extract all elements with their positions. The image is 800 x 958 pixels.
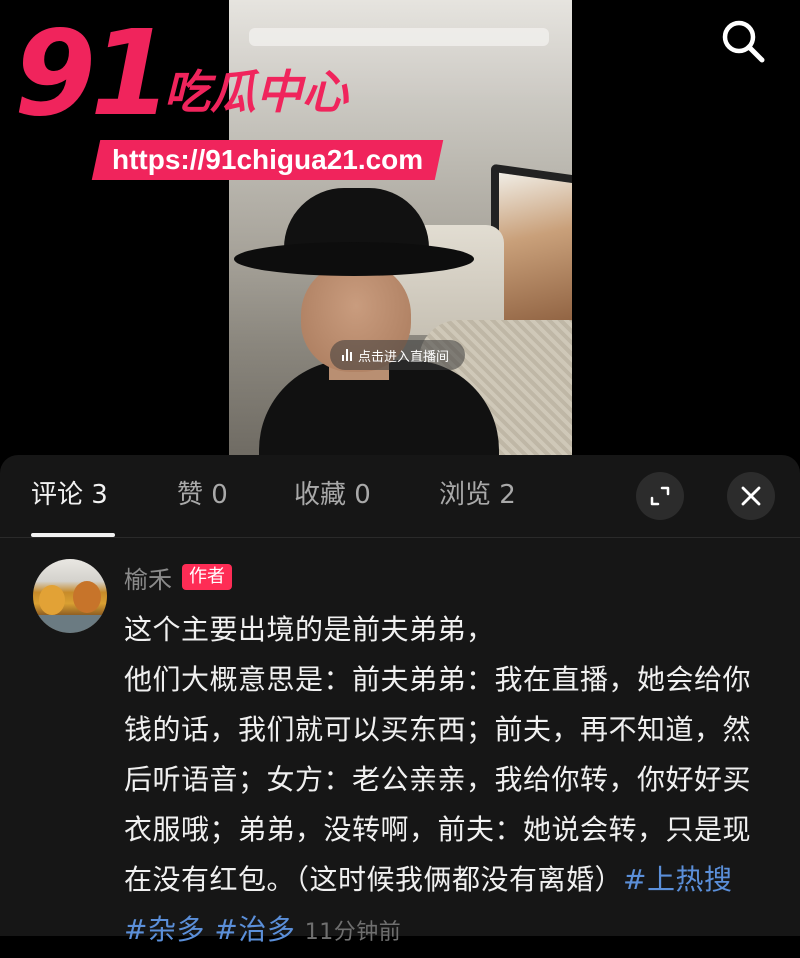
comment-author[interactable]: 榆禾 bbox=[124, 560, 172, 595]
enter-live-button[interactable]: 点击进入直播间 bbox=[330, 340, 466, 370]
search-button[interactable] bbox=[718, 16, 768, 66]
avatar[interactable] bbox=[33, 559, 107, 633]
watermark-url: https://91chigua21.com bbox=[112, 144, 424, 175]
tab-bar: 评论 3 赞 0 收藏 0 浏览 2 bbox=[0, 455, 800, 538]
watermark-title: 吃瓜中心 bbox=[164, 65, 348, 119]
watermark-url-banner: https://91chigua21.com bbox=[91, 140, 444, 180]
watermark-logo: 91 吃瓜中心 https://91chigua21.com bbox=[14, 4, 444, 180]
close-icon bbox=[741, 486, 761, 506]
hashtag-link[interactable]: #杂多 bbox=[124, 913, 205, 946]
expand-button[interactable] bbox=[636, 472, 684, 520]
cowboy-hat-brim bbox=[234, 242, 474, 276]
comment-body[interactable]: 这个主要出境的是前夫弟弟， 他们大概意思是：前夫弟弟：我在直播，她会给你钱的话，… bbox=[124, 605, 764, 958]
live-bars-icon bbox=[342, 349, 352, 361]
enter-live-label: 点击进入直播间 bbox=[358, 349, 450, 365]
tab-active-indicator bbox=[31, 533, 115, 537]
search-icon bbox=[722, 20, 765, 63]
comment-sheet: 评论 3 赞 0 收藏 0 浏览 2 榆禾 作者 这个主要出境的是前夫弟弟， 他… bbox=[0, 455, 800, 946]
close-button[interactable] bbox=[727, 472, 775, 520]
tab-likes[interactable]: 赞 0 bbox=[177, 477, 228, 513]
author-badge: 作者 bbox=[182, 564, 232, 590]
tab-views[interactable]: 浏览 2 bbox=[439, 477, 516, 513]
tab-comments[interactable]: 评论 3 bbox=[31, 477, 108, 513]
comment-text: 这个主要出境的是前夫弟弟， 他们大概意思是：前夫弟弟：我在直播，她会给你钱的话，… bbox=[124, 613, 752, 896]
hashtag-link[interactable]: #治多 bbox=[214, 913, 295, 946]
watermark-number: 91 bbox=[14, 4, 172, 142]
expand-icon bbox=[650, 486, 670, 506]
comment-author-row: 榆禾 作者 bbox=[124, 560, 232, 595]
tab-favorites[interactable]: 收藏 0 bbox=[294, 477, 371, 513]
comment-timestamp: 11分钟前 bbox=[304, 920, 402, 945]
hashtag-link[interactable]: #上热搜 bbox=[623, 863, 732, 896]
